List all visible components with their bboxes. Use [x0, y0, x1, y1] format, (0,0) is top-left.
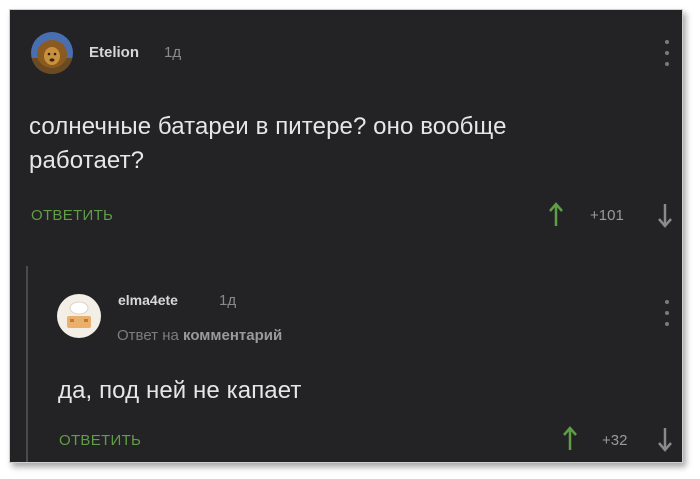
up-arrow-icon[interactable]: [548, 202, 564, 228]
comment-text-line: работает?: [29, 147, 145, 174]
username[interactable]: Etelion: [89, 44, 139, 61]
vertical-dots-icon[interactable]: [664, 300, 670, 326]
avatar[interactable]: [31, 32, 73, 74]
comments-panel: Etelion 1д солнечные батареи в питере? о…: [9, 9, 683, 463]
comment-text-line: да, под ней не капает: [58, 377, 302, 404]
comment-text: солнечные батареи в питере? оно вообще р…: [29, 110, 507, 178]
chef-avatar-image: [57, 294, 101, 338]
rating-count: +32: [602, 432, 628, 449]
lion-avatar-image: [31, 32, 73, 74]
vertical-dots-icon[interactable]: [664, 40, 670, 66]
reply-to-link[interactable]: комментарий: [183, 327, 282, 344]
comment-age: 1д: [164, 44, 182, 61]
comment-text: да, под ней не капает: [58, 374, 301, 408]
up-arrow-icon[interactable]: [562, 426, 578, 452]
comment-text-line: солнечные батареи в питере? оно вообще: [29, 113, 507, 140]
down-arrow-icon[interactable]: [657, 202, 673, 228]
reply-to-prefix: Ответ на: [117, 327, 179, 344]
rating-count: +101: [590, 207, 624, 224]
reply-button[interactable]: ОТВЕТИТЬ: [31, 207, 113, 224]
avatar[interactable]: [57, 294, 101, 338]
comment-age: 1д: [219, 292, 237, 309]
down-arrow-icon[interactable]: [657, 426, 673, 452]
username[interactable]: elma4ete: [118, 292, 178, 308]
reply-button[interactable]: ОТВЕТИТЬ: [59, 432, 141, 449]
reply-to-label: Ответ на комментарий: [117, 327, 282, 344]
thread-indent-line: [26, 266, 28, 462]
